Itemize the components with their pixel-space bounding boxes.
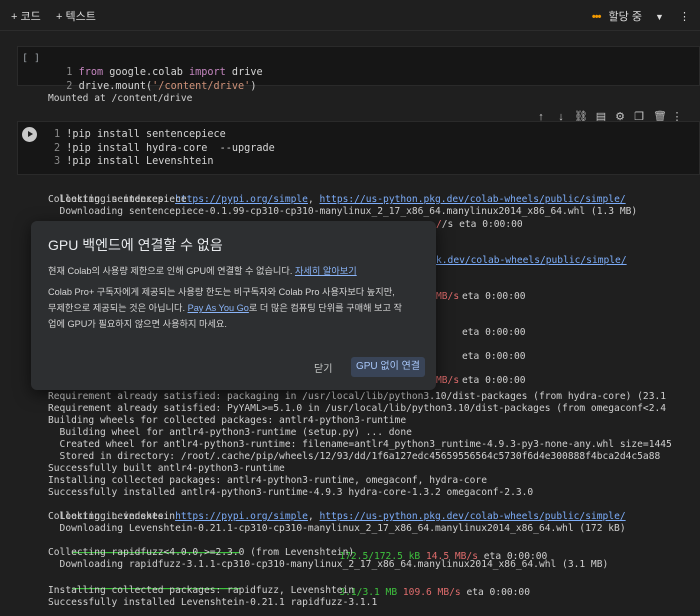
code-line-1: 1 !pip install sentencepiece bbox=[54, 129, 226, 140]
output-line: Installing collected packages: rapidfuzz… bbox=[48, 585, 355, 596]
index-link[interactable]: https://pypi.org/simple bbox=[175, 194, 308, 205]
dialog-message: 현재 Colab의 사용량 제한으로 인해 GPU에 연결할 수 없습니다. 자… bbox=[48, 266, 357, 276]
output-line: Requirement already satisfied: packaging… bbox=[48, 391, 667, 402]
output-line: Building wheel for antlr4-python3-runtim… bbox=[48, 427, 412, 438]
output-fragment: MB/s bbox=[436, 375, 460, 386]
output-fragment: eta 0:00:00 bbox=[462, 351, 526, 362]
output-fragment[interactable]: k.dev/colab-wheels/public/simple/ bbox=[436, 255, 627, 267]
connect-without-gpu-button[interactable]: GPU 없이 연결 bbox=[351, 357, 425, 377]
output-line: Collecting Levenshtein bbox=[48, 511, 176, 522]
gpu-unavailable-dialog: GPU 백엔드에 연결할 수 없음 현재 Colab의 사용량 제한으로 인해 … bbox=[31, 221, 436, 390]
more-vert-icon[interactable]: ⋮ bbox=[679, 11, 690, 23]
output-line: Downloading sentencepiece-0.1.99-cp310-c… bbox=[48, 206, 638, 217]
output-line: Successfully built antlr4-python3-runtim… bbox=[48, 463, 285, 474]
runtime-status[interactable]: ••• 할당 중 ▼ ⋮ bbox=[592, 8, 690, 24]
output-line: Successfully installed antlr4-python3-ru… bbox=[48, 487, 534, 498]
cell-output: Mounted at /content/drive bbox=[48, 93, 193, 104]
output-line: Successfully installed Levenshtein-0.21.… bbox=[48, 597, 378, 608]
index-link[interactable]: https://us-python.pkg.dev/colab-wheels/p… bbox=[320, 194, 626, 205]
output-fragment: MB/s bbox=[436, 291, 460, 302]
output-line: Stored in directory: /root/.cache/pip/wh… bbox=[48, 451, 661, 462]
output-fragment: //s eta 0:00:00 bbox=[436, 219, 523, 230]
index-link[interactable]: https://us-python.pkg.dev/colab-wheels/p… bbox=[320, 511, 626, 522]
status-label: 할당 중 bbox=[608, 11, 642, 23]
output-line: Collecting rapidfuzz<4.0.0,>=2.3.0 (from… bbox=[48, 547, 355, 558]
add-text-button[interactable]: + 텍스트 bbox=[56, 8, 96, 24]
code-line-3: 3 !pip install Levenshtein bbox=[54, 156, 214, 167]
output-line: Collecting sentencepiece bbox=[48, 194, 187, 205]
chevron-down-icon[interactable]: ▼ bbox=[655, 12, 664, 22]
run-cell-icon[interactable] bbox=[22, 127, 37, 142]
dialog-title: GPU 백엔드에 연결할 수 없음 bbox=[48, 237, 223, 253]
output-fragment: eta 0:00:00 bbox=[462, 327, 526, 338]
code-line-2: 2 drive.mount('/content/drive') bbox=[66, 81, 257, 92]
output-line: Downloading rapidfuzz-3.1.1-cp310-cp310-… bbox=[48, 559, 609, 570]
pay-as-you-go-link[interactable]: Pay As You Go bbox=[188, 303, 249, 313]
notebook-toolbar: + 코드 + 텍스트 ••• 할당 중 ▼ ⋮ bbox=[0, 0, 700, 31]
status-indicator-icon: ••• bbox=[591, 11, 602, 23]
output-fragment: eta 0:00:00 bbox=[462, 291, 526, 302]
add-code-button[interactable]: + 코드 bbox=[11, 8, 41, 24]
close-button[interactable]: 닫기 bbox=[314, 360, 332, 375]
output-line: Created wheel for antlr4-python3-runtime… bbox=[48, 439, 672, 450]
output-line: Downloading Levenshtein-0.21.1-cp310-cp3… bbox=[48, 523, 626, 534]
output-fragment: eta 0:00:00 bbox=[462, 375, 526, 386]
dialog-details: Colab Pro+ 구독자에게 제공되는 사용량 한도는 비구독자와 Cola… bbox=[48, 287, 402, 329]
code-line-2: 2 !pip install hydra-core --upgrade bbox=[54, 143, 275, 154]
output-line: Requirement already satisfied: PyYAML>=5… bbox=[48, 403, 667, 414]
output-line: Building wheels for collected packages: … bbox=[48, 415, 407, 426]
learn-more-link[interactable]: 자세히 알아보기 bbox=[295, 266, 357, 276]
index-link[interactable]: https://pypi.org/simple bbox=[175, 511, 308, 522]
output-line: Installing collected packages: antlr4-py… bbox=[48, 475, 487, 486]
execution-count[interactable]: [ ] bbox=[22, 53, 40, 64]
